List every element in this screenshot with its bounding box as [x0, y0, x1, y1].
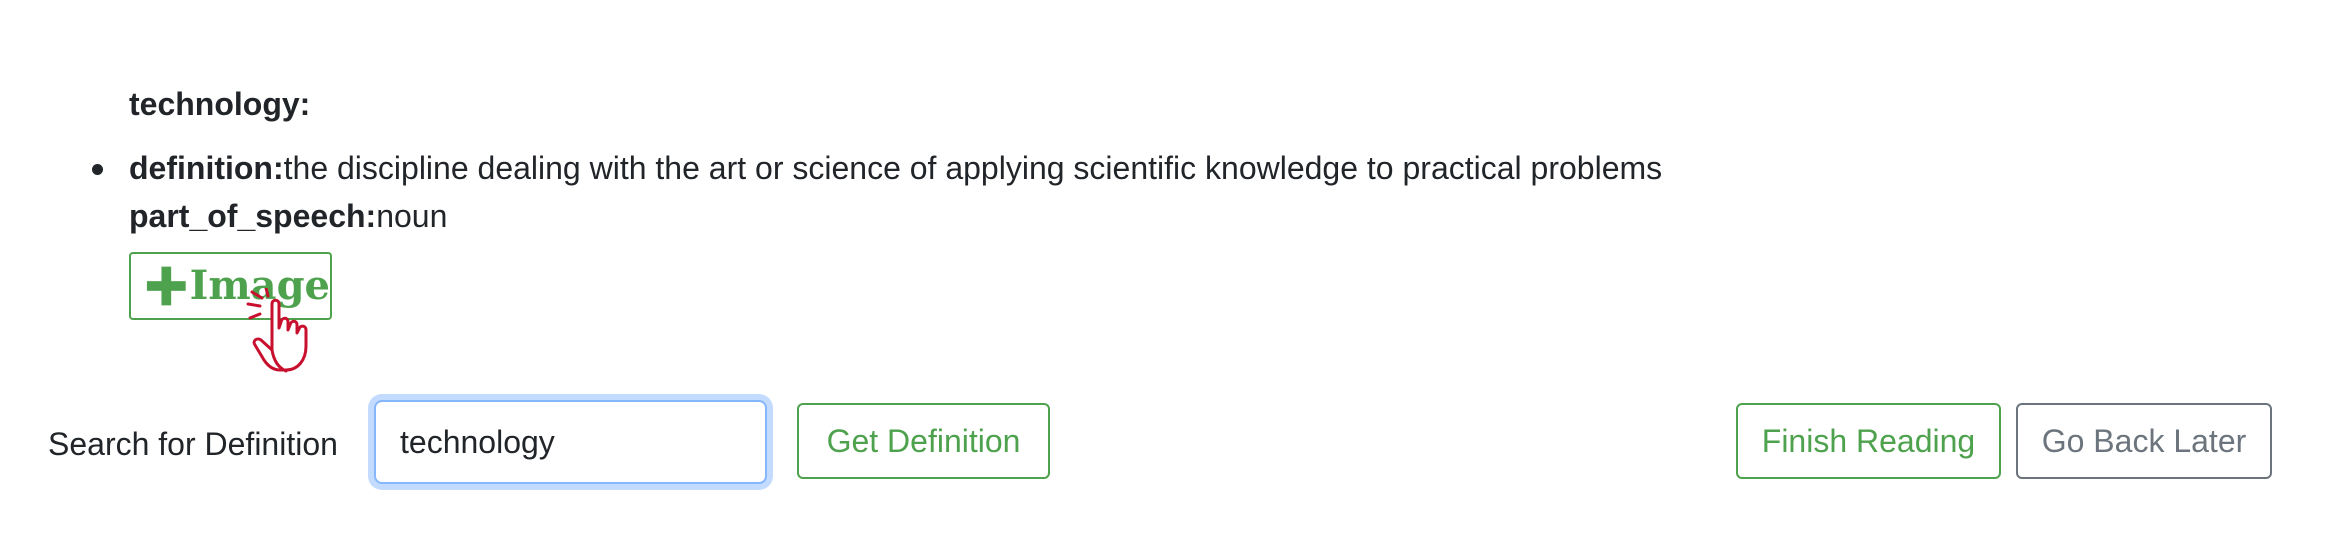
go-back-later-button[interactable]: Go Back Later — [2016, 403, 2272, 479]
get-definition-button[interactable]: Get Definition — [797, 403, 1050, 479]
part-of-speech-key: part_of_speech: — [129, 198, 377, 234]
hand-pointer-click-icon — [246, 288, 308, 373]
search-label: Search for Definition — [48, 426, 338, 462]
definition-item: definition:the discipline dealing with t… — [92, 144, 1662, 240]
search-input[interactable] — [374, 400, 767, 484]
bullet-icon — [92, 164, 103, 175]
definition-list: definition:the discipline dealing with t… — [92, 144, 1662, 240]
part-of-speech-line: part_of_speech:noun — [129, 192, 1662, 240]
finish-reading-button[interactable]: Finish Reading — [1736, 403, 2001, 479]
definition-key: definition: — [129, 150, 284, 186]
part-of-speech-value: noun — [376, 198, 448, 234]
definition-line: definition:the discipline dealing with t… — [129, 144, 1662, 192]
plus-icon — [146, 266, 186, 306]
definition-value: the discipline dealing with the art or s… — [283, 150, 1663, 186]
word-heading: technology: — [129, 86, 311, 122]
